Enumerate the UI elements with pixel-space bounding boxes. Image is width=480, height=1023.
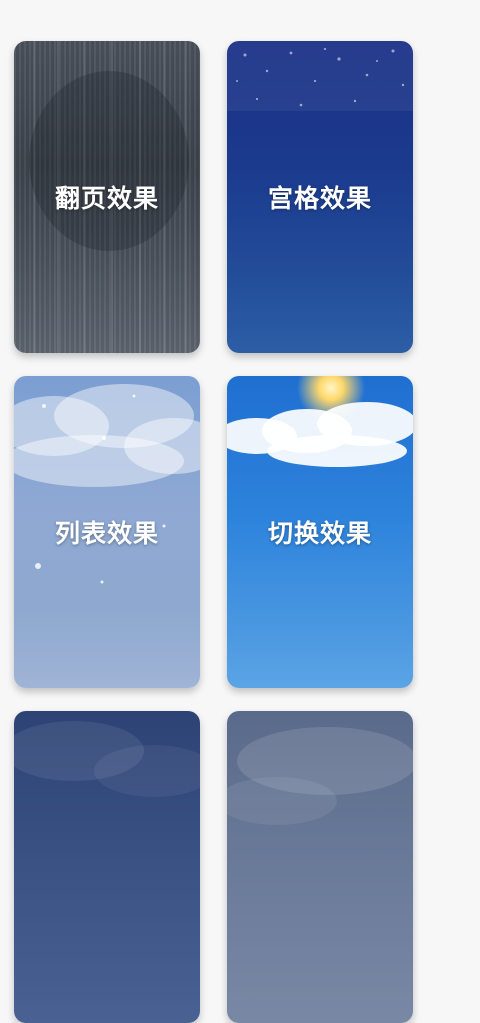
- card-effect-6[interactable]: [227, 711, 413, 1023]
- card-effect-5[interactable]: [14, 711, 200, 1023]
- sun-icon: [297, 376, 365, 422]
- card-label: 翻页效果: [54, 184, 159, 213]
- card-label: 列表效果: [54, 519, 159, 548]
- card-grid-effect[interactable]: 宫格效果: [227, 41, 413, 353]
- effects-grid: 翻页效果 宫格效果 列表效果 切换效果: [0, 0, 480, 1023]
- card-label: 宫格效果: [267, 184, 372, 213]
- card-list-effect[interactable]: 列表效果: [14, 376, 200, 688]
- card-label: 切换效果: [267, 519, 372, 548]
- haze-background: [227, 727, 413, 825]
- card-page-flip-effect[interactable]: 翻页效果: [14, 41, 200, 353]
- card-switch-effect[interactable]: 切换效果: [227, 376, 413, 688]
- overcast-background: [14, 721, 200, 797]
